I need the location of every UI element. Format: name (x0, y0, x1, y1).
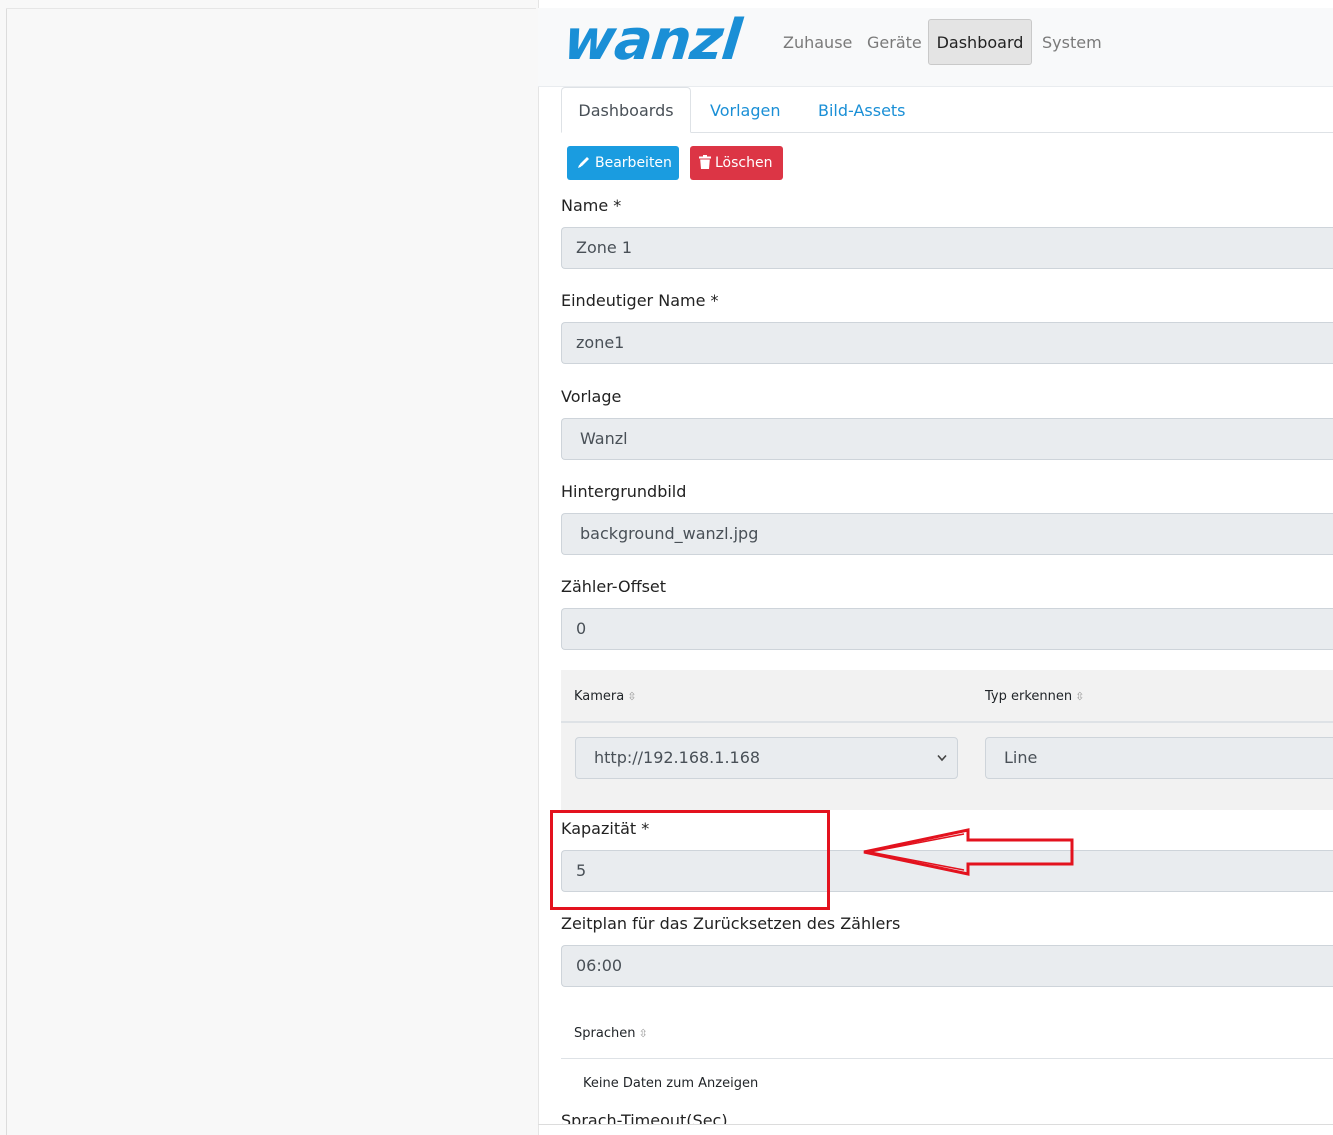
background-image-label: Hintergrundbild (561, 482, 687, 501)
unique-name-label: Eindeutiger Name * (561, 291, 719, 310)
name-field[interactable]: Zone 1 (561, 227, 1333, 269)
reset-schedule-label: Zeitplan für das Zurücksetzen des Zähler… (561, 914, 901, 933)
edit-button-label: Bearbeiten (595, 155, 672, 171)
left-border (6, 8, 7, 1135)
template-label: Vorlage (561, 387, 622, 406)
counter-offset-field[interactable]: 0 (561, 608, 1333, 650)
background-image-field[interactable]: background_wanzl.jpg (561, 513, 1333, 555)
table-header-divider (561, 721, 1333, 723)
top-border (6, 8, 536, 9)
trash-icon (699, 146, 711, 180)
detect-type-field[interactable]: Line (985, 737, 1333, 779)
nav-link-zuhause[interactable]: Zuhause (783, 32, 852, 54)
delete-button[interactable]: Löschen (690, 146, 783, 180)
sort-icon: ⇳ (627, 690, 637, 703)
camera-select-value: http://192.168.1.168 (594, 748, 761, 767)
camera-select[interactable]: http://192.168.1.168 (575, 737, 958, 779)
highlight-box (550, 810, 830, 910)
camera-column-header[interactable]: Kamera ⇳ (574, 688, 636, 706)
tab-vorlagen[interactable]: Vorlagen (710, 100, 780, 122)
camera-column-label: Kamera (574, 689, 625, 704)
pencil-icon (577, 146, 591, 180)
speech-timeout-label: Sprach-Timeout(Sec) (561, 1111, 728, 1124)
nav-link-system[interactable]: System (1042, 32, 1102, 54)
languages-empty-message: Keine Daten zum Anzeigen (583, 1076, 759, 1091)
empty-left-panel (0, 0, 539, 1135)
counter-offset-label: Zähler-Offset (561, 577, 667, 596)
name-label: Name * (561, 196, 622, 215)
annotation-arrow-icon (863, 828, 1074, 876)
languages-column-label: Sprachen (574, 1026, 636, 1041)
tab-bild-assets[interactable]: Bild-Assets (818, 100, 906, 122)
delete-button-label: Löschen (715, 155, 773, 171)
unique-name-field[interactable]: zone1 (561, 322, 1333, 364)
chevron-down-icon (937, 738, 947, 778)
bottom-border (538, 1124, 1333, 1125)
tab-dashboards[interactable]: Dashboards (561, 87, 691, 133)
reset-schedule-field[interactable]: 06:00 (561, 945, 1333, 987)
languages-column-header[interactable]: Sprachen ⇳ (574, 1025, 648, 1043)
type-column-header[interactable]: Typ erkennen ⇳ (985, 688, 1084, 706)
nav-link-geraete[interactable]: Geräte (867, 32, 922, 54)
sort-icon: ⇳ (638, 1027, 648, 1040)
edit-button[interactable]: Bearbeiten (567, 146, 679, 180)
type-column-label: Typ erkennen (985, 689, 1073, 704)
sort-icon: ⇳ (1075, 690, 1085, 703)
wanzl-logo[interactable]: wanzl (561, 8, 777, 73)
template-field[interactable]: Wanzl (561, 418, 1333, 460)
nav-link-dashboard[interactable]: Dashboard (928, 19, 1032, 65)
languages-table-divider (561, 1058, 1333, 1059)
